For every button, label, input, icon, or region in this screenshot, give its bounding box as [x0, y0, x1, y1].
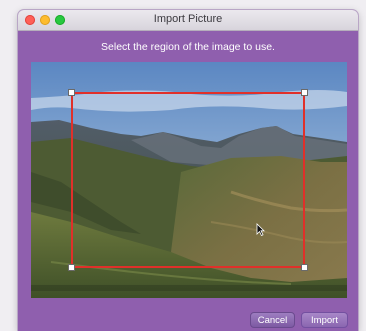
crop-selection-rectangle[interactable] — [68, 89, 308, 271]
mouse-pointer-icon — [256, 223, 265, 236]
window-title: Import Picture — [153, 13, 223, 25]
title-bar: Import Picture — [18, 10, 358, 31]
crop-handle-bottom-right[interactable] — [301, 264, 308, 271]
crop-handle-top-right[interactable] — [301, 89, 308, 96]
crop-handle-bottom-left[interactable] — [68, 264, 75, 271]
instruction-text: Select the region of the image to use. — [101, 41, 275, 53]
import-button[interactable]: Import — [301, 312, 348, 328]
import-picture-dialog: Import Picture Select the region of the … — [18, 10, 358, 331]
cancel-button[interactable]: Cancel — [250, 312, 295, 328]
image-preview[interactable] — [31, 62, 347, 298]
crop-handle-top-left[interactable] — [68, 89, 75, 96]
